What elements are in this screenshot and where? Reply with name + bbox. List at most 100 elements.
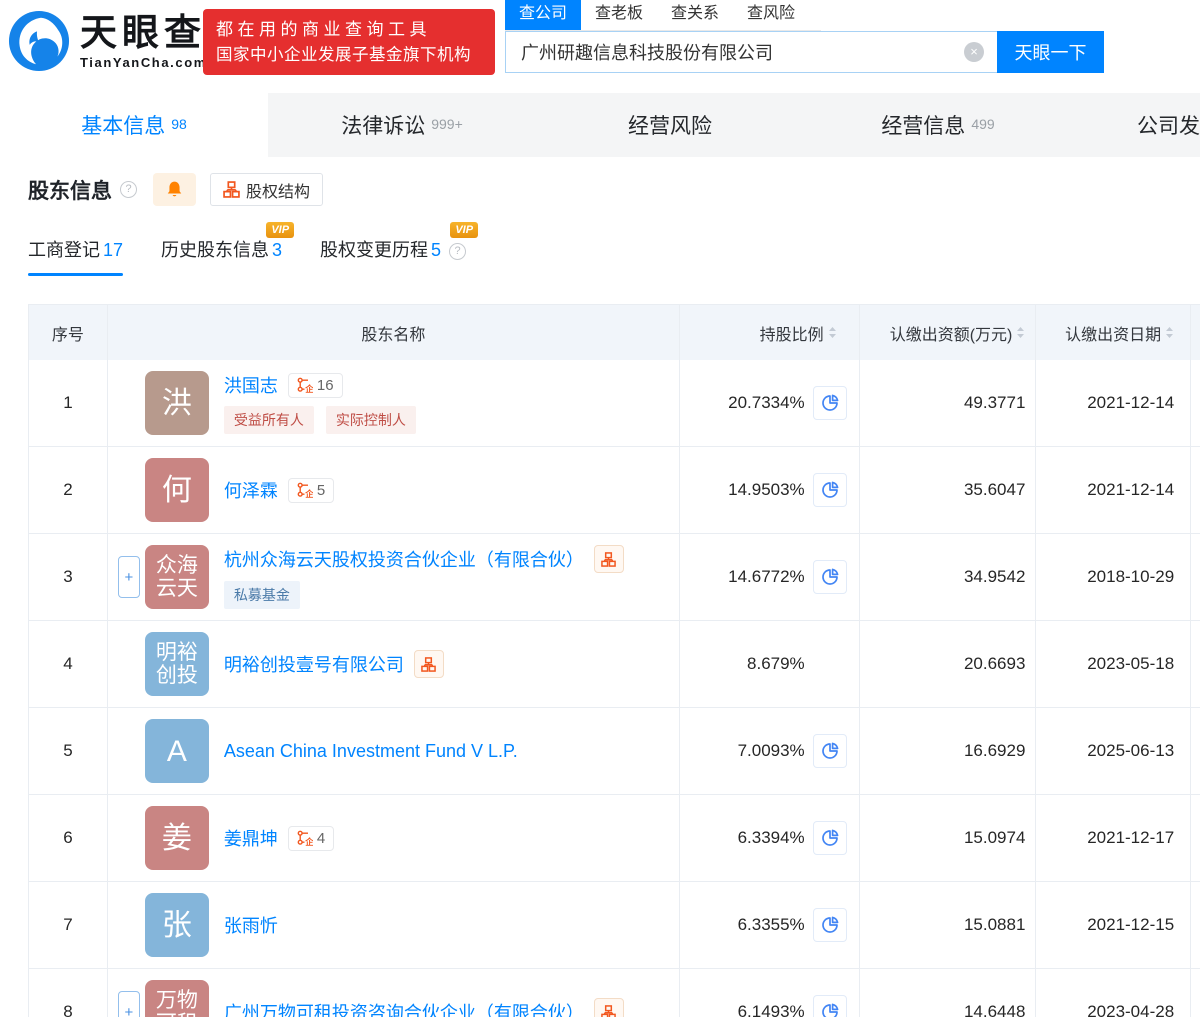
column-header-label: 股东名称 (361, 326, 426, 344)
column-header-5[interactable]: 认缴出资日期 (1036, 305, 1192, 360)
ad-banner-line2: 国家中小企业发展子基金旗下机构 (216, 46, 471, 64)
ratio-cell: 7.0093% (680, 708, 860, 794)
clear-search-icon[interactable]: × (964, 42, 984, 62)
pie-chart-icon-button[interactable] (812, 821, 847, 855)
row-number: 7 (29, 882, 108, 968)
row-number: 6 (29, 795, 108, 881)
shareholder-name-link[interactable]: 杭州众海云天股权投资合伙企业（有限合伙） (224, 546, 584, 572)
shareholder-name-link[interactable]: 广州万物可租投资咨询合伙企业（有限合伙） (224, 999, 584, 1017)
avatar[interactable]: 众海 云天 (144, 545, 209, 609)
equity-structure-button[interactable]: 股权结构 (210, 173, 324, 206)
shareholder-name-link[interactable]: 明裕创投壹号有限公司 (224, 651, 404, 677)
clipped-cell (1191, 882, 1200, 968)
subscribed-amount: 15.0881 (860, 882, 1037, 968)
subscribed-amount: 20.6693 (860, 621, 1037, 707)
table-row: 4 明裕 创投 明裕创投壹号有限公司 8.679% 20.6693 2023-05-18 (29, 621, 1200, 708)
table-row: 1 洪洪国志企 16 受益所有人 实际控制人 20.7334% 49.3771 2021-12… (29, 360, 1200, 447)
shareholder-name-link[interactable]: 张雨忻 (224, 912, 278, 938)
name-body: Asean China Investment Fund V L.P. (224, 741, 518, 762)
subtab-工商登记[interactable]: 工商登记 17 (28, 236, 124, 276)
subscribed-amount: 35.6047 (860, 447, 1037, 533)
pie-chart-icon-button[interactable] (812, 386, 847, 420)
shareholder-name-cell: 姜姜鼎坤企 4 (108, 795, 680, 881)
equity-structure-icon-button[interactable] (593, 545, 624, 573)
subtab-历史股东信息[interactable]: 历史股东信息 3 VIP (161, 222, 295, 276)
vip-badge: VIP (450, 222, 479, 238)
search-tabs: 查公司 查老板 查关系 查风险 (505, 0, 821, 31)
name-body: 姜鼎坤企 4 (224, 825, 335, 851)
table-row: 8+万物可租广州万物可租投资咨询合伙企业（有限合伙）6.1493%14.6448… (29, 969, 1200, 1017)
shareholder-name-link[interactable]: 姜鼎坤 (224, 825, 278, 851)
nav-tab-公司发展[interactable]: 公司发展 (1072, 93, 1200, 157)
nav-tab-经营风险[interactable]: 经营风险 (536, 93, 804, 157)
shareholder-name-cell: A Asean China Investment Fund V L.P. (108, 708, 680, 794)
avatar[interactable]: A (144, 719, 209, 783)
column-header-label: 持股比例 (759, 326, 824, 344)
related-companies-badge[interactable]: 企5 (287, 477, 335, 503)
subtab-help-icon[interactable]: ? (449, 243, 467, 260)
shareholder-name-link[interactable]: Asean China Investment Fund V L.P. (224, 741, 518, 762)
section-header: 股东信息 ? 股权结构 (28, 173, 1200, 206)
subtab-label: 工商登记 (28, 240, 100, 260)
search-input[interactable] (505, 31, 997, 73)
clipped-cell (1191, 795, 1200, 881)
search-tab-查风险[interactable]: 查风险 (733, 0, 809, 30)
row-number: 5 (29, 708, 108, 794)
clipped-cell (1191, 447, 1200, 533)
avatar[interactable]: 洪 (144, 371, 209, 435)
table-body: 1 洪洪国志企 16 受益所有人 实际控制人 20.7334% 49.3771 2021-12… (29, 360, 1200, 1017)
subscribed-date: 2023-05-18 (1036, 621, 1192, 707)
ratio-cell: 14.9503% (680, 447, 860, 533)
column-header-label: 认缴出资日期 (1065, 326, 1162, 344)
nav-tab-经营信息[interactable]: 经营信息 499 (804, 93, 1072, 157)
equity-structure-icon-button[interactable] (413, 650, 444, 678)
pie-chart-icon-button[interactable] (812, 995, 847, 1017)
shareholder-section: 股东信息 ? 股权结构 工商登记 17 历史股东信息 3 VIP 股权变更历程 5 VIP? (0, 157, 1200, 1017)
subscribed-date: 2025-06-13 (1036, 708, 1192, 794)
ratio-cell: 6.1493% (680, 969, 860, 1017)
table-row: 5 A Asean China Investment Fund V L.P. 7.00… (29, 708, 1200, 795)
bell-icon (167, 181, 182, 197)
logo-brand: 天眼查 (80, 11, 206, 53)
search-bar: × 天眼一下 (505, 31, 1104, 73)
clipped-cell (1191, 621, 1200, 707)
column-header-4[interactable]: 认缴出资额(万元) (860, 305, 1037, 360)
avatar[interactable]: 张 (144, 893, 209, 957)
related-companies-badge[interactable]: 企 16 (287, 372, 343, 398)
search-tab-查公司[interactable]: 查公司 (505, 0, 582, 30)
pie-chart-icon-button[interactable] (812, 734, 847, 768)
shareholder-table: 序号股东名称持股比例认缴出资额(万元)认缴出资日期实 1洪洪国志企16受益所有人… (28, 304, 1200, 1017)
expand-button[interactable]: + (117, 556, 140, 598)
search-tab-查关系[interactable]: 查关系 (657, 0, 733, 30)
ratio-value: 7.0093% (737, 741, 805, 760)
pie-chart-icon-button[interactable] (812, 560, 847, 594)
name-line: 洪国志企 16 (224, 372, 416, 398)
shareholder-subtabs: 工商登记 17 历史股东信息 3 VIP 股权变更历程 5 VIP? (28, 222, 1200, 276)
avatar[interactable]: 万物可租 (144, 980, 209, 1017)
clipped-cell (1191, 969, 1200, 1017)
tianyancha-logo[interactable]: 天眼查 TianYanCha.com (8, 10, 207, 72)
pie-chart-icon-button[interactable] (812, 908, 847, 942)
avatar[interactable]: 何 (144, 458, 209, 522)
search-button[interactable]: 天眼一下 (997, 31, 1104, 73)
subscribe-bell-button[interactable] (153, 173, 196, 206)
search-tab-查老板[interactable]: 查老板 (581, 0, 657, 30)
avatar[interactable]: 明裕 创投 (144, 632, 209, 696)
pie-chart-icon-button[interactable] (812, 473, 847, 507)
logo-text: 天眼查 TianYanCha.com (80, 11, 207, 70)
ratio-value: 14.9503% (728, 480, 805, 499)
shareholder-name-link[interactable]: 何泽霖 (224, 477, 278, 503)
section-help-icon[interactable]: ? (120, 181, 137, 198)
shareholder-tag: 实际控制人 (325, 406, 416, 434)
shareholder-tag: 私募基金 (223, 581, 300, 609)
expand-button[interactable]: + (117, 991, 140, 1017)
shareholder-name-link[interactable]: 洪国志 (224, 372, 278, 398)
equity-structure-icon-button[interactable] (593, 998, 624, 1017)
nav-tab-基本信息[interactable]: 基本信息 98 (0, 93, 268, 157)
column-header-3[interactable]: 持股比例 (680, 305, 860, 360)
related-companies-badge[interactable]: 企4 (287, 825, 335, 851)
nav-tab-法律诉讼[interactable]: 法律诉讼 999+ (268, 93, 536, 157)
subtab-股权变更历程[interactable]: 股权变更历程 5 VIP? (320, 222, 479, 276)
row-number: 3 (29, 534, 108, 620)
avatar[interactable]: 姜 (144, 806, 209, 870)
